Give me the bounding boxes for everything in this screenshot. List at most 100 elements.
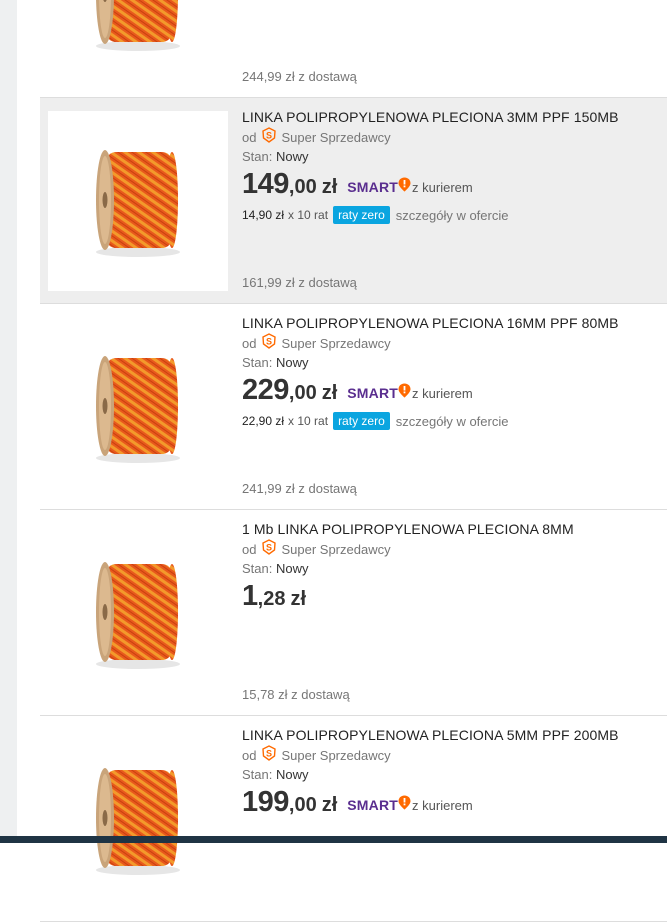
smart-label: SMART (347, 385, 399, 401)
condition-line: Stan: Nowy (242, 148, 657, 166)
seller-name[interactable]: Super Sprzedawcy (281, 540, 390, 559)
delivery-total: 161,99 zł z dostawą (242, 275, 357, 290)
seller-line: od S Super Sprzedawcy (242, 127, 657, 148)
price-decimal: ,28 (257, 588, 286, 610)
smart-pin-icon (398, 177, 411, 197)
offer-info: LINKA POLIPROPYLENOWA PLECIONA 16MM PPF … (242, 314, 657, 432)
condition-line: Stan: Nowy (242, 354, 657, 372)
smart-label: SMART (347, 179, 399, 195)
price-integer: 229 (242, 374, 289, 406)
rope-spool-image (96, 561, 180, 669)
raty-zero-badge: raty zero (333, 412, 390, 430)
smart-badge: SMART z kurierem (347, 795, 473, 815)
price-decimal: ,00 (288, 794, 317, 816)
seller-name[interactable]: Super Sprzedawcy (281, 334, 390, 353)
raty-zero-badge: raty zero (333, 206, 390, 224)
price-row: 149 ,00 zł SMART z kurierem (242, 168, 657, 202)
delivery-total: 244,99 zł z dostawą (242, 69, 357, 84)
rope-spool-image (96, 767, 180, 875)
seller-name[interactable]: Super Sprzedawcy (281, 128, 390, 147)
offer-title[interactable]: LINKA POLIPROPYLENOWA PLECIONA 16MM PPF … (242, 314, 657, 332)
seller-name[interactable]: Super Sprzedawcy (281, 746, 390, 765)
seller-prefix: od (242, 542, 257, 557)
svg-text:S: S (266, 543, 272, 553)
installment-row: 22,90 zł x 10 rat raty zero szczegóły w … (242, 410, 657, 432)
courier-label: z kurierem (412, 385, 473, 401)
offer-info: 1 Mb LINKA POLIPROPYLENOWA PLECIONA 8MM … (242, 520, 657, 638)
offer-info: LINKA POLIPROPYLENOWA PLECIONA 5MM PPF 2… (242, 726, 657, 844)
condition-label: Stan: (242, 561, 273, 576)
installment-count: x 10 rat (288, 208, 329, 222)
price-decimal: ,00 (288, 176, 317, 198)
price-currency: zł (321, 176, 338, 198)
offer-title[interactable]: LINKA POLIPROPYLENOWA PLECIONA 3MM PPF 1… (242, 108, 657, 126)
smart-pin-icon (398, 795, 411, 815)
offer-info: LINKA POLIPROPYLENOWA PLECIONA 3MM PPF 1… (242, 108, 657, 226)
seller-prefix: od (242, 748, 257, 763)
installment-count: x 10 rat (288, 414, 329, 428)
seller-line: od S Super Sprzedawcy (242, 539, 657, 560)
condition-label: Stan: (242, 149, 273, 164)
installment-row: 14,90 zł x 10 rat raty zero szczegóły w … (242, 204, 657, 226)
offer-item[interactable]: 1 Mb LINKA POLIPROPYLENOWA PLECIONA 8MM … (40, 510, 667, 716)
super-seller-icon: S (261, 333, 277, 354)
svg-text:S: S (266, 131, 272, 141)
delivery-total: 15,78 zł z dostawą (242, 687, 350, 702)
price-row: 199 ,00 zł SMART z kurierem (242, 786, 657, 820)
condition-value: Nowy (275, 355, 309, 370)
taskbar-strip (0, 836, 667, 843)
smart-label: SMART (347, 797, 399, 813)
condition-line: Stan: Nowy (242, 766, 657, 784)
offer-item[interactable]: LINKA POLIPROPYLENOWA PLECIONA 5MM PPF 2… (40, 716, 667, 922)
seller-prefix: od (242, 336, 257, 351)
offer-title[interactable]: 1 Mb LINKA POLIPROPYLENOWA PLECIONA 8MM (242, 520, 657, 538)
svg-text:S: S (266, 749, 272, 759)
installment-amount: 14,90 zł (242, 208, 285, 222)
details-link[interactable]: szczegóły w ofercie (396, 208, 509, 223)
price-currency: zł (290, 588, 307, 610)
super-seller-icon: S (261, 127, 277, 148)
details-link[interactable]: szczegóły w ofercie (396, 414, 509, 429)
price-decimal: ,00 (288, 382, 317, 404)
condition-label: Stan: (242, 767, 273, 782)
price-integer: 149 (242, 168, 289, 200)
condition-value: Nowy (275, 561, 309, 576)
seller-prefix: od (242, 130, 257, 145)
courier-label: z kurierem (412, 179, 473, 195)
offers-list: S 232 ,00 zł SMART (40, 0, 667, 922)
installment-amount: 22,90 zł (242, 414, 285, 428)
price-integer: 1 (242, 580, 258, 612)
offer-thumbnail[interactable] (48, 523, 228, 703)
offer-item[interactable]: LINKA POLIPROPYLENOWA PLECIONA 3MM PPF 1… (40, 98, 667, 304)
left-scroll-rail (0, 0, 17, 843)
offer-thumbnail[interactable] (48, 111, 228, 291)
super-seller-icon: S (261, 745, 277, 766)
price-row: 1 ,28 zł (242, 580, 657, 614)
condition-value: Nowy (275, 149, 309, 164)
offer-title[interactable]: LINKA POLIPROPYLENOWA PLECIONA 5MM PPF 2… (242, 726, 657, 744)
super-seller-icon: S (261, 539, 277, 560)
seller-line: od S Super Sprzedawcy (242, 745, 657, 766)
price-currency: zł (321, 382, 338, 404)
delivery-total: 241,99 zł z dostawą (242, 481, 357, 496)
smart-badge: SMART z kurierem (347, 177, 473, 197)
condition-label: Stan: (242, 355, 273, 370)
svg-text:S: S (266, 337, 272, 347)
price-integer: 199 (242, 786, 289, 818)
seller-line: od S Super Sprzedawcy (242, 333, 657, 354)
rope-spool-image (96, 149, 180, 257)
price-currency: zł (321, 794, 338, 816)
smart-badge: SMART z kurierem (347, 383, 473, 403)
smart-pin-icon (398, 383, 411, 403)
offer-thumbnail[interactable] (48, 317, 228, 497)
condition-line: Stan: Nowy (242, 560, 657, 578)
offer-thumbnail[interactable] (48, 729, 228, 909)
rope-spool-image (96, 0, 180, 51)
offer-item[interactable]: LINKA POLIPROPYLENOWA PLECIONA 16MM PPF … (40, 304, 667, 510)
offer-thumbnail[interactable] (48, 0, 228, 85)
offer-item[interactable]: S 232 ,00 zł SMART (40, 0, 667, 98)
condition-value: Nowy (275, 767, 309, 782)
price-row: 229 ,00 zł SMART z kurierem (242, 374, 657, 408)
rope-spool-image (96, 355, 180, 463)
courier-label: z kurierem (412, 797, 473, 813)
